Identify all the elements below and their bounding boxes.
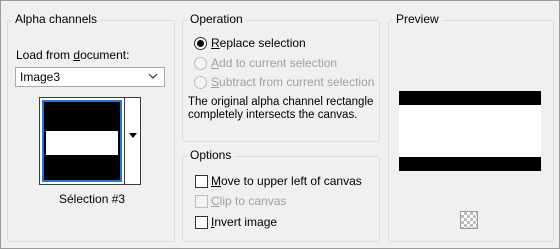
subtract-text: ubtract from current selection [219,75,375,89]
add-accel: A [211,56,220,70]
thumbnail-white-band [46,131,118,155]
thumbnail-dropdown-button[interactable] [125,97,141,185]
move-accel: M [211,174,221,188]
chevron-down-icon [148,73,158,79]
document-select-value: Image3 [20,70,61,84]
options-title: Options [187,148,235,163]
preview-image [399,91,541,171]
move-text: ove to upper left of canvas [221,174,362,188]
add-text: dd to current selection [219,56,338,70]
load-from-document-label: Load from document: [16,48,129,63]
load-label-part2: ocument: [80,48,130,62]
document-select[interactable]: Image3 [15,67,165,87]
alpha-channels-title: Alpha channels [12,12,101,27]
alpha-channel-thumbnail-selected [42,100,122,182]
alpha-channel-thumbnail[interactable] [39,97,125,185]
load-label-part1: Load from [16,48,74,62]
add-to-selection-radio[interactable] [194,57,207,70]
selection-name-label: Sélection #3 [59,192,126,206]
subtract-from-selection-radio[interactable] [194,76,207,89]
load-selection-dialog: Alpha channels Load from document: Image… [0,0,560,249]
move-to-upper-left-checkbox[interactable] [195,175,208,188]
replace-accel: R [211,36,220,50]
operation-title: Operation [187,12,246,27]
replace-selection-radio[interactable] [194,37,207,50]
invert-text: nvert image [214,215,278,229]
invert-image-checkbox[interactable] [195,216,208,229]
transparency-checker-icon[interactable] [460,211,478,229]
clip-accel: C [211,194,220,208]
move-to-upper-left-label[interactable]: Move to upper left of canvas [211,174,362,189]
operation-description: The original alpha channel rectangle com… [188,96,374,121]
replace-text: eplace selection [219,36,306,50]
preview-white-band [399,105,541,157]
preview-title: Preview [393,12,442,27]
clip-to-canvas-checkbox[interactable] [195,195,208,208]
subtract-accel: S [211,75,220,89]
add-to-selection-label[interactable]: Add to current selection [211,56,337,71]
invert-image-label[interactable]: Invert image [211,215,277,230]
dropdown-arrow-icon [129,133,137,138]
subtract-from-selection-label[interactable]: Subtract from current selection [211,75,374,90]
clip-text: lip to canvas [219,194,287,208]
clip-to-canvas-label[interactable]: Clip to canvas [211,194,286,209]
replace-selection-label[interactable]: Replace selection [211,36,306,51]
